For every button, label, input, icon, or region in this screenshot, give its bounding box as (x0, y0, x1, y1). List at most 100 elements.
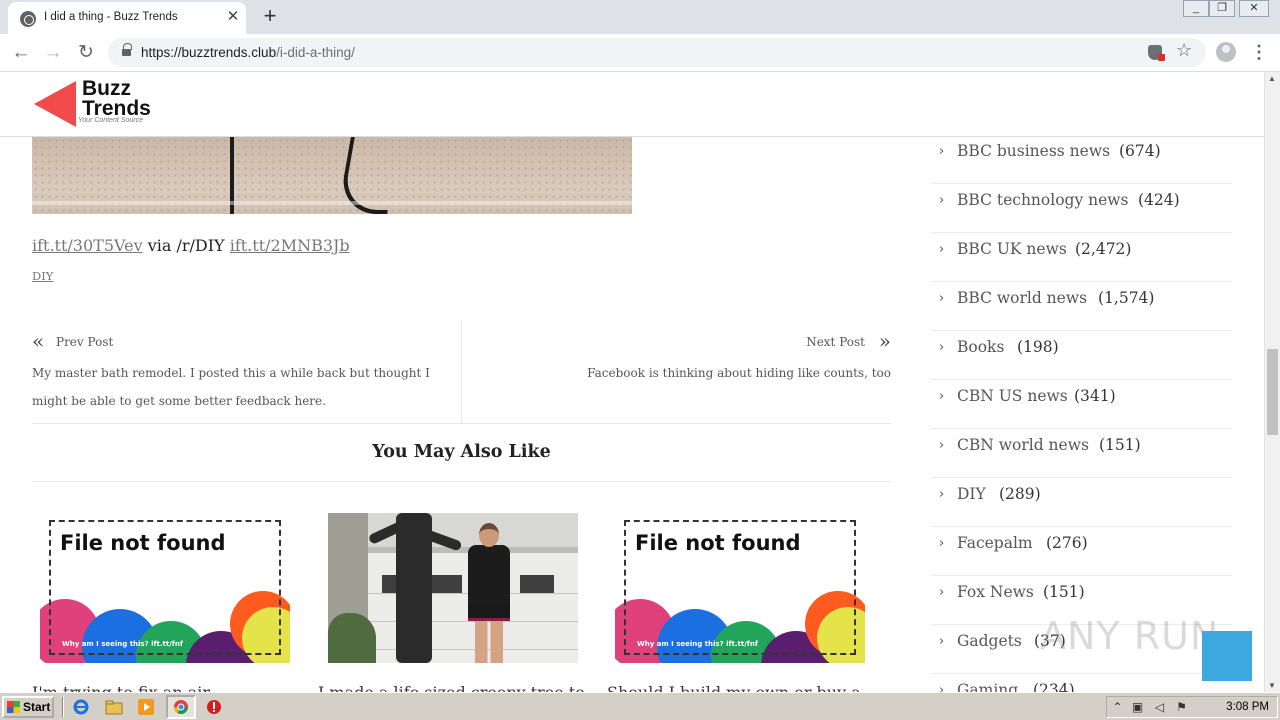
chrome-icon (174, 700, 188, 714)
category-count: (198) (1017, 338, 1059, 356)
close-tab-icon[interactable]: ✕ (224, 8, 242, 26)
chevron-right-icon: › (939, 389, 945, 404)
tab-strip: I did a thing - Buzz Trends ✕ + _ ❐ ✕ (0, 0, 1280, 34)
category-item[interactable]: › DIY (289) (931, 478, 1232, 527)
lock-icon[interactable] (122, 43, 132, 58)
category-count: (151) (1043, 583, 1085, 601)
restore-button[interactable]: ❐ (1209, 0, 1235, 17)
scrollbar-thumb[interactable] (1267, 349, 1278, 435)
post-image (32, 137, 632, 214)
profile-avatar-icon[interactable] (1216, 42, 1236, 62)
category-name[interactable]: DIY (957, 485, 986, 503)
category-name[interactable]: BBC world news (957, 289, 1087, 307)
source-link-1[interactable]: ift.tt/30T5Vev (32, 236, 143, 255)
category-item[interactable]: › CBN US news (341) (931, 380, 1232, 429)
category-name[interactable]: Fox News (957, 583, 1034, 601)
category-count: (341) (1074, 387, 1116, 405)
taskbar: Start ⌃ ▣ ◁ ⚑ 3:08 PM (0, 692, 1280, 720)
related-card-thumbnail[interactable]: File not found Why am I seeing this? ift… (40, 513, 290, 663)
chevron-right-icon: › (939, 242, 945, 257)
double-chevron-left-icon: « (32, 329, 45, 353)
chevron-right-icon: › (939, 536, 945, 551)
taskbar-separator (62, 697, 64, 717)
browser-tab[interactable]: I did a thing - Buzz Trends ✕ (8, 2, 246, 34)
new-tab-button[interactable]: + (258, 5, 282, 29)
category-name[interactable]: CBN world news (957, 436, 1089, 454)
window-close-button[interactable]: ✕ (1239, 0, 1269, 17)
chevron-right-icon: › (939, 144, 945, 159)
category-item[interactable]: › Books (198) (931, 331, 1232, 380)
file-not-found-title: File not found (635, 531, 801, 555)
browser-menu-icon[interactable]: ⋮ (1250, 40, 1268, 64)
start-label: Start (23, 700, 51, 714)
category-count: (674) (1119, 142, 1161, 160)
category-item[interactable]: › Facepalm (276) (931, 527, 1232, 576)
category-item[interactable]: › BBC business news (674) (931, 137, 1232, 184)
category-name[interactable]: Books (957, 338, 1004, 356)
minimize-button[interactable]: _ (1183, 0, 1209, 17)
system-tray: ⌃ ▣ ◁ ⚑ 3:08 PM (1106, 696, 1278, 718)
category-name[interactable]: CBN US news (957, 387, 1068, 405)
category-name[interactable]: Facepalm (957, 534, 1033, 552)
category-item[interactable]: › BBC technology news (424) (931, 184, 1232, 233)
reload-button[interactable]: ↻ (74, 41, 98, 65)
source-via-text: via /r/DIY (142, 236, 230, 255)
internet-explorer-icon[interactable] (72, 698, 90, 716)
media-player-icon[interactable] (137, 698, 155, 716)
url-domain: https://buzztrends.club (141, 45, 277, 60)
related-card-thumbnail[interactable] (328, 513, 578, 663)
post-category-link[interactable]: DIY (32, 269, 53, 283)
category-name[interactable]: BBC technology news (957, 191, 1129, 209)
chevron-right-icon: › (939, 634, 945, 649)
file-not-found-caption: Why am I seeing this? ift.tt/fnf (637, 640, 758, 648)
related-heading: You May Also Like (372, 442, 551, 462)
chevron-right-icon: › (939, 683, 945, 692)
next-post-label: Next Post (806, 335, 865, 349)
back-button[interactable]: ← (9, 41, 33, 65)
source-link-2[interactable]: ift.tt/2MNB3Jb (230, 236, 350, 255)
scroll-up-arrow-icon[interactable]: ▲ (1268, 74, 1276, 83)
globe-icon (20, 11, 36, 27)
taskbar-clock[interactable]: 3:08 PM (1226, 701, 1269, 713)
category-item[interactable]: › BBC world news (1,574) (931, 282, 1232, 331)
related-card-title[interactable]: I made a life sized creepy tree to (318, 683, 588, 692)
page-scrollbar[interactable]: ▲ ▼ (1264, 72, 1280, 692)
category-item[interactable]: › BBC UK news (2,472) (931, 233, 1232, 282)
related-card-thumbnail[interactable]: File not found Why am I seeing this? ift… (615, 513, 865, 663)
flag-icon[interactable]: ⚑ (1175, 701, 1188, 714)
page-content: ift.tt/30T5Vev via /r/DIY ift.tt/2MNB3Jb… (0, 137, 1264, 692)
related-card-title[interactable]: I'm trying to fix an air (32, 683, 302, 692)
post-source-line: ift.tt/30T5Vev via /r/DIY ift.tt/2MNB3Jb (32, 236, 350, 255)
category-count: (289) (999, 485, 1041, 503)
folder-icon[interactable] (105, 698, 123, 716)
related-card-title[interactable]: Should I build my own or buy a (607, 683, 877, 692)
next-post-title[interactable]: Facebook is thinking about hiding like c… (491, 359, 891, 387)
opera-icon[interactable] (205, 698, 223, 716)
url-text[interactable]: https://buzztrends.club/i-did-a-thing/ (141, 45, 355, 60)
chevron-right-icon: › (939, 340, 945, 355)
network-icon[interactable]: ▣ (1131, 701, 1144, 714)
category-name[interactable]: Gadgets (957, 632, 1022, 650)
start-button[interactable]: Start (2, 696, 54, 718)
volume-icon[interactable]: ◁ (1153, 701, 1166, 714)
scroll-down-arrow-icon[interactable]: ▼ (1268, 681, 1276, 690)
bookmark-star-icon[interactable]: ☆ (1176, 40, 1192, 61)
show-hidden-icons-icon[interactable]: ⌃ (1111, 701, 1124, 714)
prev-post-title[interactable]: My master bath remodel. I posted this a … (32, 359, 454, 415)
chrome-taskbar-button[interactable] (166, 695, 196, 719)
category-name[interactable]: Gaming (957, 681, 1018, 692)
blocked-content-icon[interactable] (1148, 45, 1165, 61)
category-item[interactable]: › Gaming (234) (931, 674, 1232, 692)
category-name[interactable]: BBC business news (957, 142, 1110, 160)
back-to-top-button[interactable] (1202, 631, 1252, 681)
prev-post-label: Prev Post (56, 335, 114, 349)
related-divider (32, 481, 891, 482)
chevron-right-icon: › (939, 585, 945, 600)
address-bar[interactable]: https://buzztrends.club/i-did-a-thing/ ☆ (108, 38, 1206, 67)
forward-button[interactable]: → (41, 41, 65, 65)
chevron-right-icon: › (939, 438, 945, 453)
category-name[interactable]: BBC UK news (957, 240, 1067, 258)
chevron-right-icon: › (939, 193, 945, 208)
post-navigation: « Prev Post My master bath remodel. I po… (32, 320, 891, 424)
category-item[interactable]: › CBN world news (151) (931, 429, 1232, 478)
